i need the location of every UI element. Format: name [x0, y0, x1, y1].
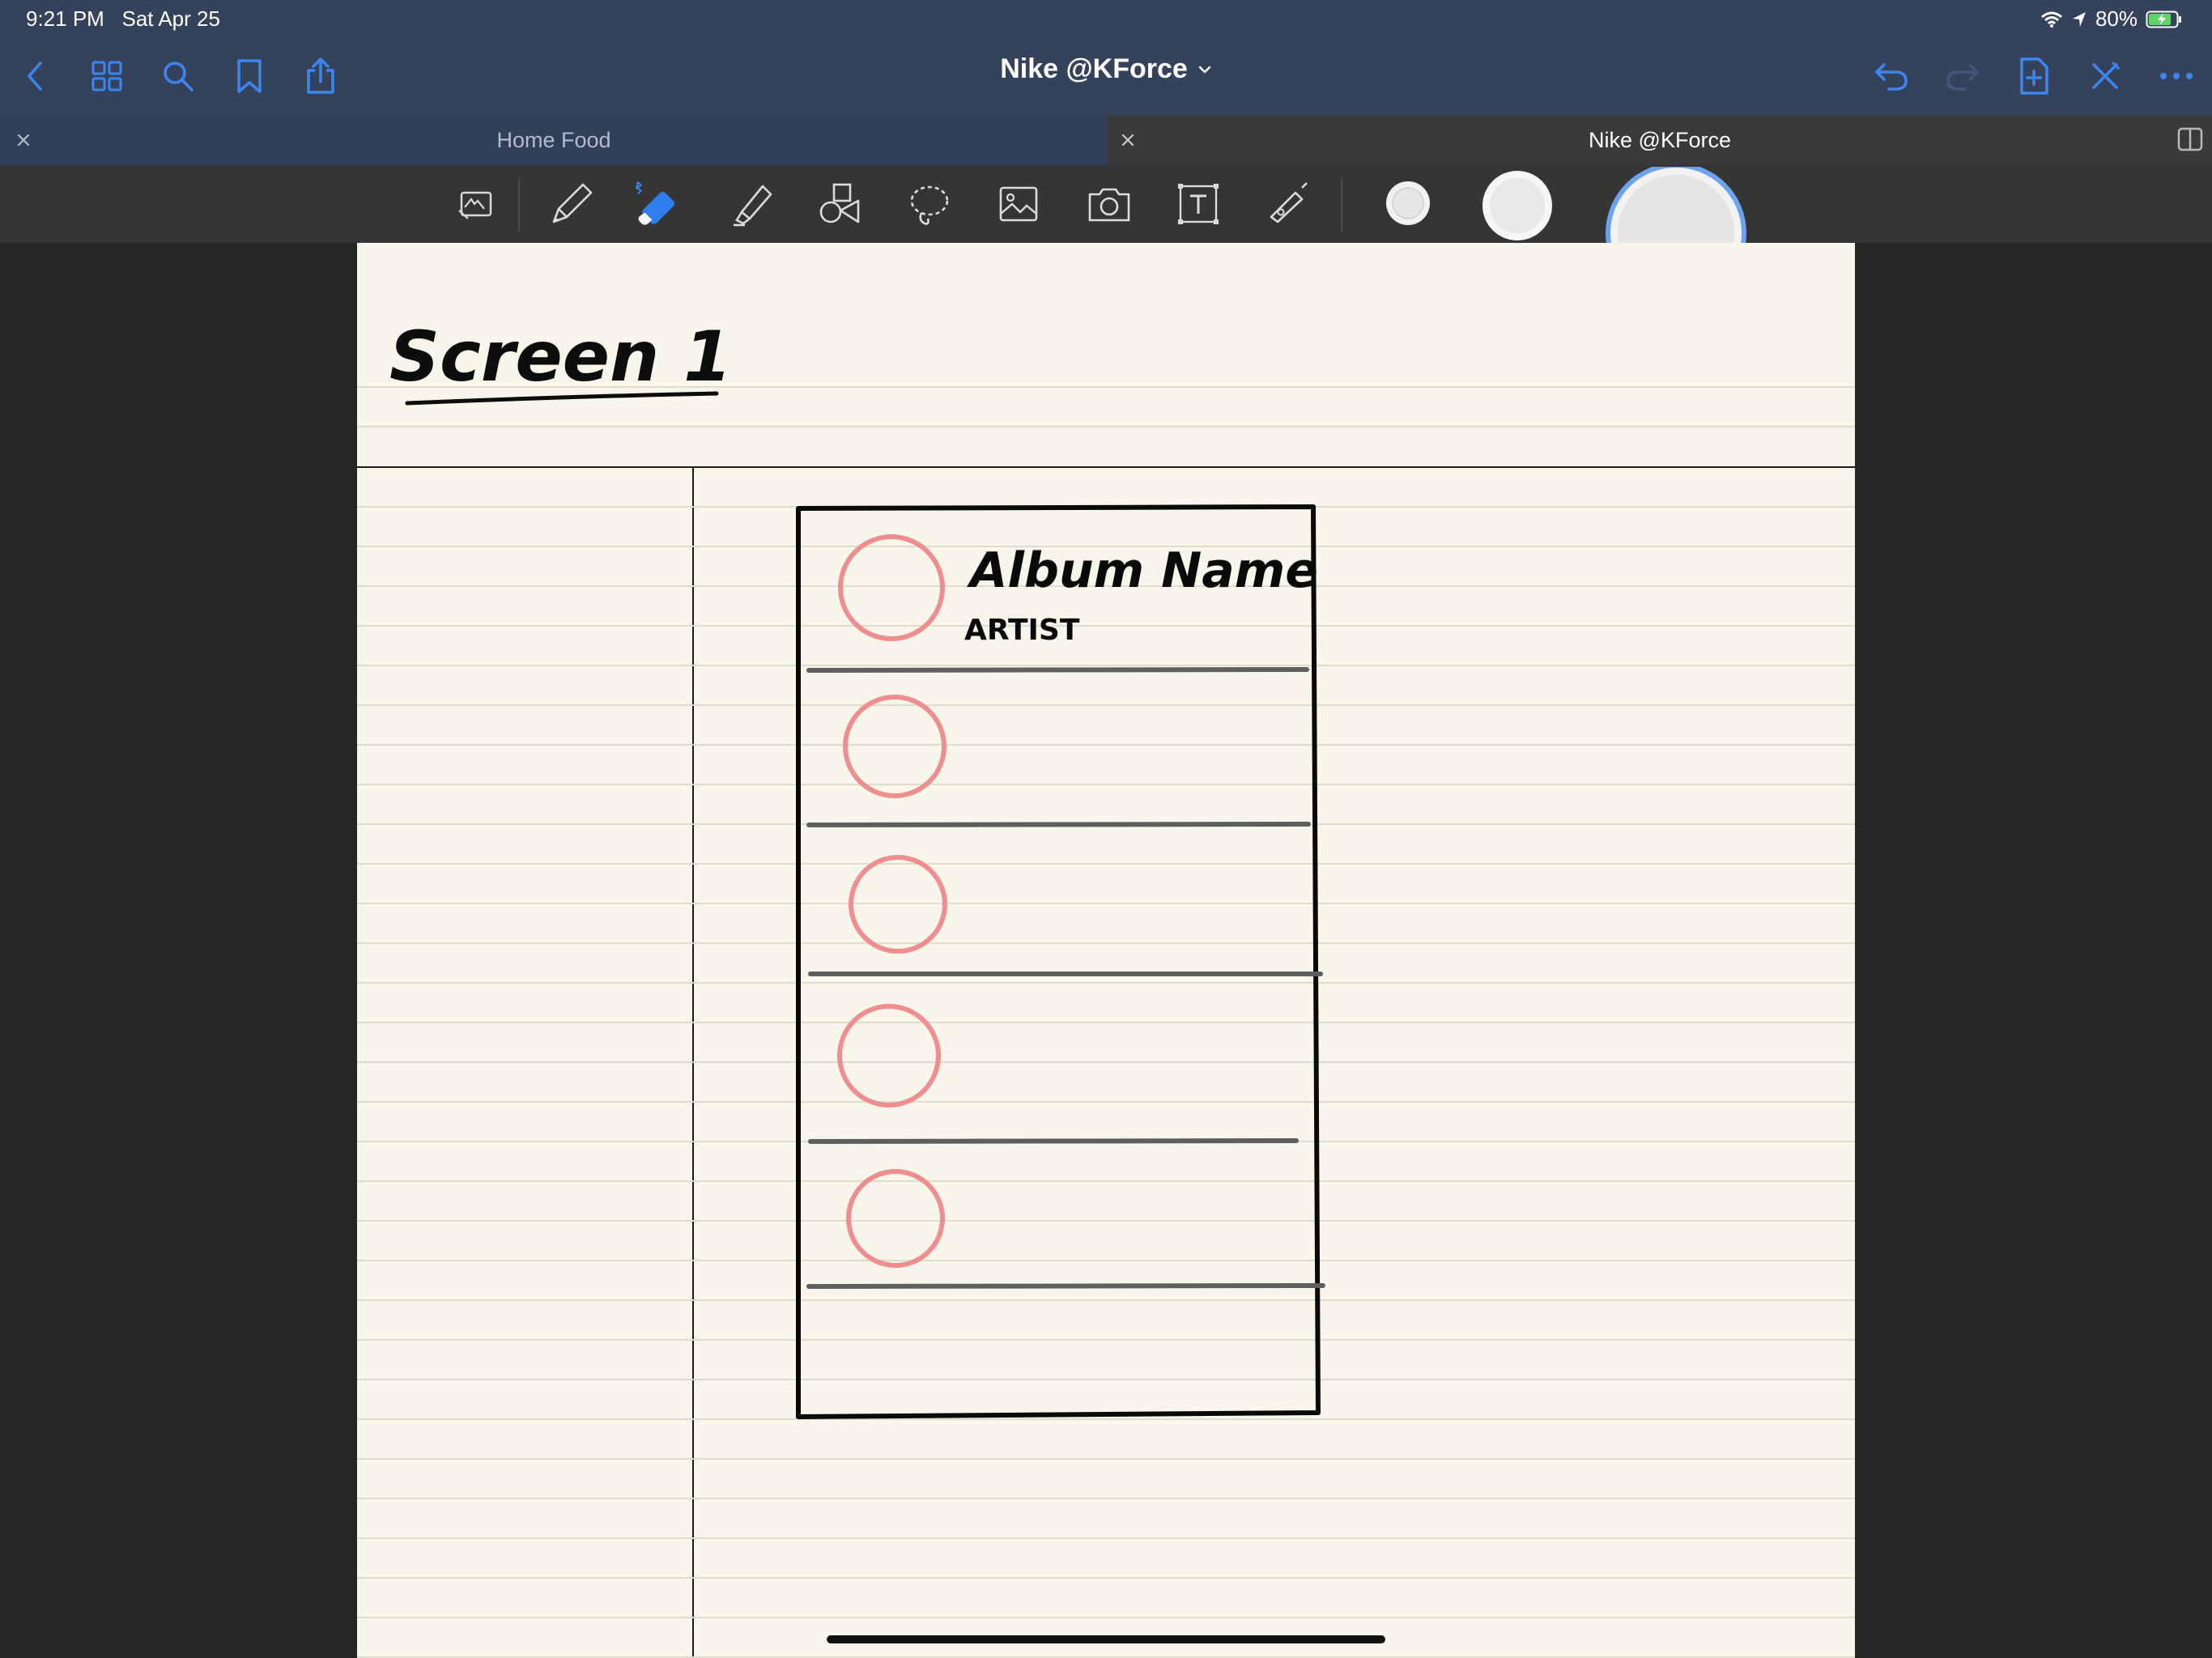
wifi-icon	[2040, 11, 2062, 28]
album-name-label: Album Name	[967, 542, 1318, 599]
artist-label: ARTIST	[964, 614, 1080, 647]
nav-bar: Nike @KForce	[0, 37, 2212, 115]
split-view-icon[interactable]	[2176, 125, 2204, 159]
album-art-circle	[837, 1004, 941, 1107]
album-art-circle	[838, 534, 945, 641]
pen-icon[interactable]	[546, 178, 598, 230]
text-icon[interactable]	[1172, 178, 1224, 230]
row-separators	[806, 667, 1325, 1289]
size-medium-swatch[interactable]	[1482, 170, 1553, 245]
tab-label: Nike @KForce	[1589, 127, 1731, 152]
toolbar-divider	[518, 178, 520, 232]
read-only-mode-icon[interactable]	[450, 178, 502, 230]
highlighter-icon[interactable]	[727, 178, 779, 230]
shapes-icon[interactable]	[815, 178, 866, 230]
battery-charging-icon	[2146, 11, 2181, 28]
battery-percent: 80%	[2095, 6, 2138, 31]
status-right: 80%	[2040, 6, 2183, 32]
notebook-page[interactable]: Screen 1 Album Name ARTIST	[357, 243, 1855, 1658]
close-icon[interactable]	[10, 126, 37, 154]
tab-home-food[interactable]: Home Food	[0, 115, 1108, 165]
tab-nike-kforce[interactable]: Nike @KForce	[1108, 115, 2212, 165]
camera-icon[interactable]	[1083, 178, 1135, 230]
status-bar: 9:21 PM Sat Apr 25 80%	[0, 0, 2212, 37]
chevron-down-icon	[1198, 66, 1211, 74]
home-indicator	[827, 1635, 1385, 1643]
location-arrow-icon	[2072, 11, 2086, 27]
note-title: Screen 1	[389, 317, 732, 397]
lasso-icon[interactable]	[904, 178, 955, 230]
album-art-circle	[846, 1169, 945, 1268]
tab-bar: Home Food Nike @KForce	[0, 115, 2212, 165]
status-time: 9:21 PM Sat Apr 25	[26, 6, 220, 31]
eraser-icon[interactable]	[633, 178, 685, 230]
toolbar-divider	[1341, 178, 1342, 232]
size-large-swatch[interactable]	[1605, 167, 1747, 243]
undo-icon[interactable]	[1867, 52, 1916, 100]
close-icon[interactable]	[1114, 126, 1142, 154]
laser-pointer-icon[interactable]	[1261, 178, 1313, 230]
page-canvas: Screen 1 Album Name ARTIST	[357, 317, 1855, 1658]
image-icon[interactable]	[993, 178, 1044, 230]
redo-icon[interactable]	[1938, 52, 1987, 100]
album-art-placeholders	[837, 534, 947, 1268]
close-x-icon[interactable]	[2081, 52, 2129, 100]
add-page-icon[interactable]	[2010, 52, 2058, 100]
tool-bar	[0, 165, 2212, 243]
status-date: Sat Apr 25	[121, 6, 220, 31]
size-small-swatch[interactable]	[1385, 180, 1431, 231]
document-title-text: Nike @KForce	[1000, 53, 1188, 84]
tab-label: Home Food	[496, 127, 611, 152]
album-art-circle	[843, 695, 946, 798]
more-icon[interactable]	[2152, 52, 2201, 100]
